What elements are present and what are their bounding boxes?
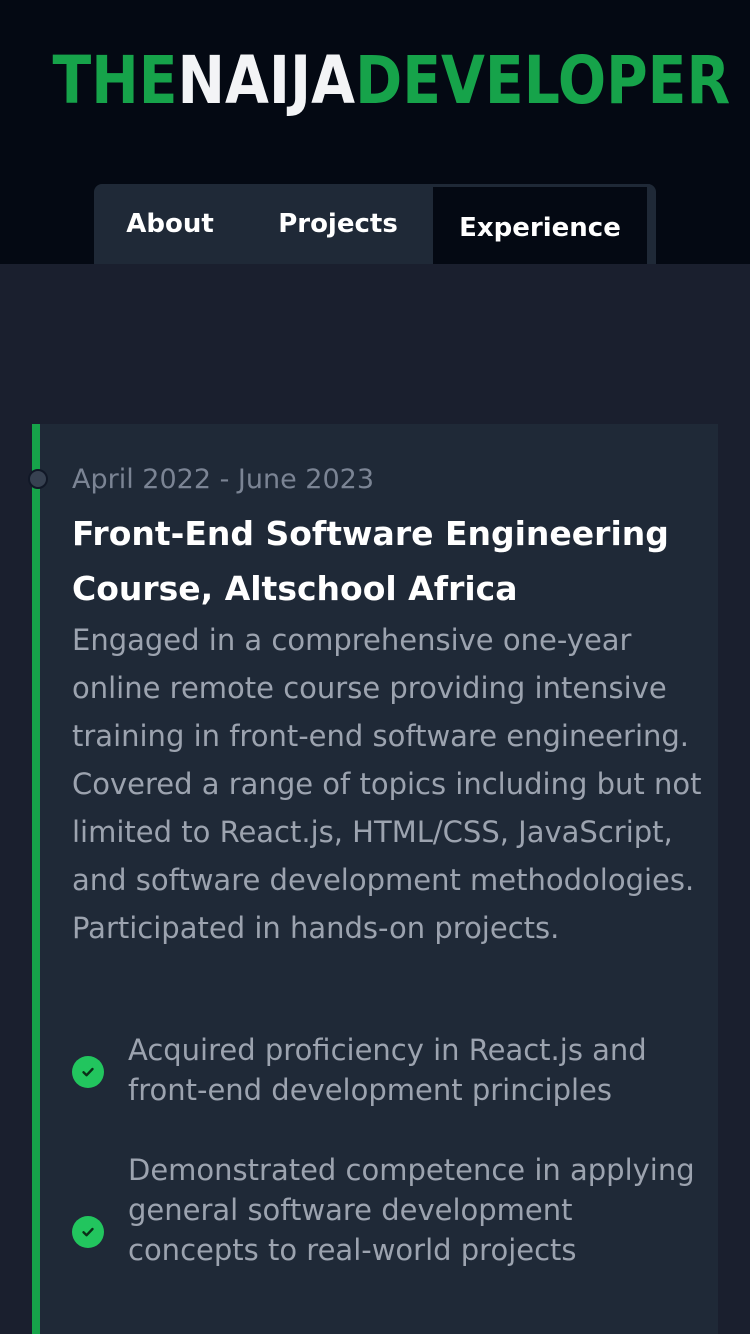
experience-description: Engaged in a comprehensive one-year onli…: [72, 623, 702, 945]
logo-part-naija: NAIJA: [177, 42, 356, 119]
site-header: THENAIJADEVELOPER About Projects Experie…: [0, 0, 750, 264]
tab-about[interactable]: About: [94, 184, 246, 264]
logo-part-developer: DEVELOPER: [355, 42, 731, 119]
logo-part-the: THE: [52, 42, 178, 119]
experience-date: April 2022 - June 2023: [72, 464, 375, 495]
tab-experience[interactable]: Experience: [430, 184, 650, 264]
tab-projects[interactable]: Projects: [246, 184, 430, 264]
highlight-text: Acquired proficiency in React.js and fro…: [128, 1033, 647, 1107]
nav-tabs: About Projects Experience: [94, 184, 656, 264]
highlight-text: Demonstrated competence in applying gene…: [128, 1153, 695, 1267]
site-logo[interactable]: THENAIJADEVELOPER: [52, 36, 731, 126]
experience-title: Front-End Software Engineering Course, A…: [72, 514, 669, 608]
check-circle-icon: [72, 1056, 104, 1088]
timeline-dot-icon: [28, 469, 48, 489]
check-circle-icon: [72, 1216, 104, 1248]
